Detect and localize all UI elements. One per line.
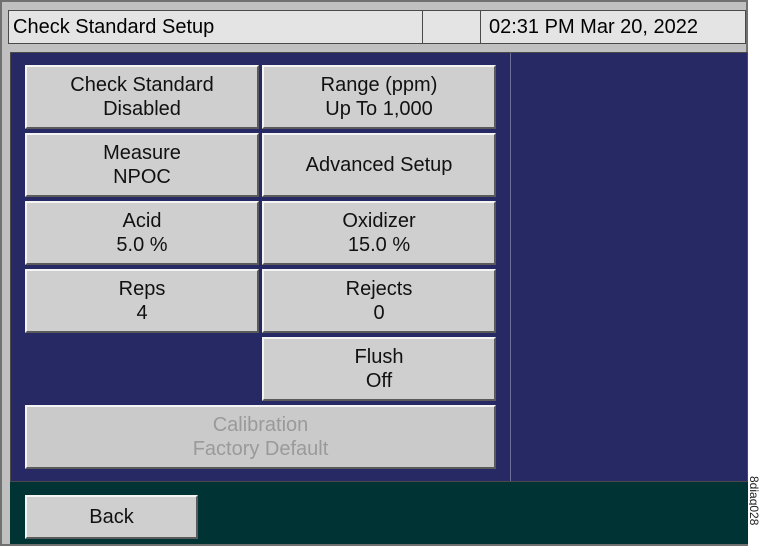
button-value: 0 [373, 302, 385, 324]
button-value: Up To 1,000 [325, 98, 433, 120]
measure-button[interactable]: Measure NPOC [25, 133, 259, 197]
button-label: Advanced Setup [305, 154, 453, 176]
button-value: 15.0 % [347, 234, 411, 256]
oxidizer-button[interactable]: Oxidizer 15.0 % [262, 201, 496, 265]
title-bar: Check Standard Setup 02:31 PM Mar 20, 20… [8, 10, 746, 44]
panel-divider [510, 53, 511, 481]
button-label: Reps [118, 278, 166, 300]
button-value: Off [365, 370, 393, 392]
flush-button[interactable]: Flush Off [262, 337, 496, 401]
button-value: Factory Default [192, 438, 329, 460]
button-value: 5.0 % [116, 234, 168, 256]
page-title: Check Standard Setup [13, 16, 215, 38]
button-label: Check Standard [70, 74, 214, 96]
check-standard-button[interactable]: Check Standard Disabled [25, 65, 259, 129]
date-time-display: 02:31 PM Mar 20, 2022 [489, 16, 699, 38]
reps-button[interactable]: Reps 4 [25, 269, 259, 333]
button-label: Back [89, 505, 134, 528]
range-button[interactable]: Range (ppm) Up To 1,000 [262, 65, 496, 129]
button-value: Disabled [103, 98, 181, 120]
figure-code-text: 8diag028 [749, 476, 761, 526]
rejects-button[interactable]: Rejects 0 [262, 269, 496, 333]
title-divider [480, 11, 481, 43]
button-label: Rejects [345, 278, 413, 300]
button-label: Flush [354, 346, 404, 368]
setup-panel: Check Standard Disabled Range (ppm) Up T… [10, 52, 748, 482]
button-label: Measure [103, 142, 181, 164]
button-label: Acid [122, 210, 162, 232]
advanced-setup-button[interactable]: Advanced Setup [262, 133, 496, 197]
back-button[interactable]: Back [25, 495, 198, 539]
acid-button[interactable]: Acid 5.0 % [25, 201, 259, 265]
instrument-screen: Check Standard Setup 02:31 PM Mar 20, 20… [0, 0, 748, 546]
status-field-empty [423, 11, 480, 43]
figure-code: 8diag028 [749, 476, 763, 546]
button-label: Oxidizer [342, 210, 416, 232]
button-value: NPOC [113, 166, 171, 188]
button-label: Range (ppm) [320, 74, 438, 96]
footer-bar: Back [10, 482, 748, 544]
calibration-button: Calibration Factory Default [25, 405, 496, 469]
button-label: Calibration [212, 414, 309, 436]
button-value: 4 [136, 302, 148, 324]
